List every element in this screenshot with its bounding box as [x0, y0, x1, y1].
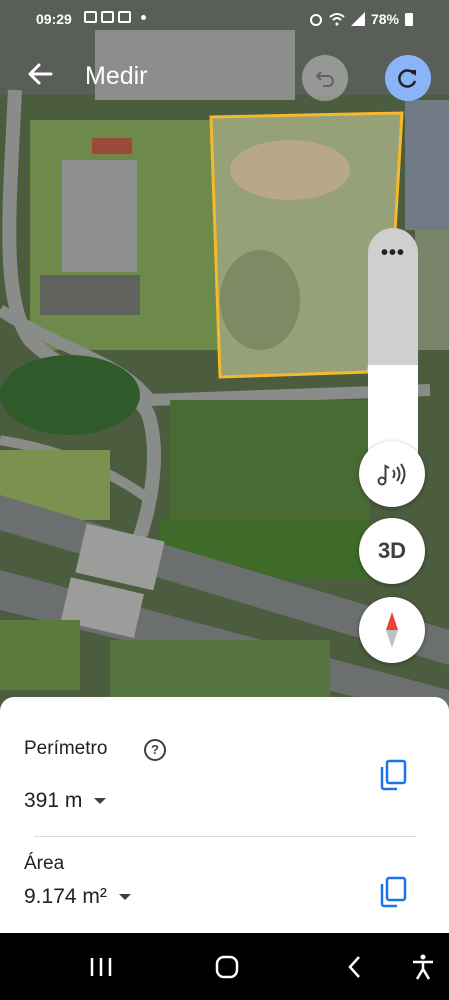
- back-icon: [348, 956, 360, 978]
- divider: [34, 836, 416, 837]
- home-icon: [215, 955, 239, 979]
- battery-percent: 78%: [370, 11, 399, 27]
- area-value: 9.174 m²: [24, 885, 107, 908]
- system-icons: 78%: [309, 11, 413, 27]
- 3d-label: 3D: [377, 538, 407, 563]
- music-waves-icon: [377, 463, 406, 486]
- accessibility-button[interactable]: [408, 951, 438, 983]
- page-title: Medir: [85, 62, 148, 90]
- perimeter-value: 391 m: [24, 789, 83, 812]
- nav-back-button[interactable]: [340, 951, 368, 983]
- measurement-panel: Perímetro ? 391 m Área 9.174 m²: [0, 697, 449, 933]
- wifi-icon: [329, 13, 345, 26]
- copy-icon[interactable]: [379, 876, 407, 908]
- perimeter-label: Perímetro: [24, 738, 108, 759]
- audio-button[interactable]: [359, 441, 425, 507]
- battery-icon: [405, 12, 413, 26]
- warehouse-roof: [62, 160, 137, 272]
- youtube-icon: [84, 11, 97, 23]
- youtube-icon: [101, 11, 114, 23]
- redo-icon: [398, 69, 417, 88]
- top-bar: Medir: [0, 48, 449, 108]
- arrow-left-icon: [28, 63, 53, 85]
- help-icon[interactable]: ?: [144, 739, 166, 761]
- more-options-icon[interactable]: •••: [368, 242, 418, 265]
- signal-icon: [350, 12, 365, 26]
- perimeter-unit-dropdown[interactable]: 391 m: [24, 789, 107, 813]
- status-time: 09:29: [36, 11, 72, 27]
- zoom-slider-track[interactable]: •••: [368, 228, 418, 365]
- gallery-icon: [118, 11, 131, 23]
- dot-icon: [141, 14, 146, 20]
- back-button[interactable]: [22, 56, 58, 92]
- redo-button[interactable]: [385, 55, 431, 101]
- area-label: Área: [24, 853, 65, 874]
- undo-icon: [315, 71, 334, 87]
- alarm-icon: [309, 14, 322, 26]
- compass-icon: [386, 612, 398, 648]
- copy-icon[interactable]: [379, 759, 407, 791]
- compass-button[interactable]: [359, 597, 425, 663]
- recents-icon: [90, 958, 112, 976]
- home-button[interactable]: [211, 951, 243, 983]
- chevron-down-icon: [94, 798, 107, 804]
- accessibility-icon: [413, 954, 433, 980]
- chevron-down-icon: [118, 894, 131, 900]
- navigation-bar: [0, 933, 449, 1000]
- 3d-toggle-button[interactable]: 3D: [359, 518, 425, 584]
- status-bar: 09:29 78%: [0, 0, 449, 38]
- undo-button[interactable]: [302, 55, 348, 101]
- area-unit-dropdown[interactable]: 9.174 m²: [24, 885, 131, 909]
- recents-button[interactable]: [86, 951, 116, 983]
- notification-icons: [84, 11, 146, 23]
